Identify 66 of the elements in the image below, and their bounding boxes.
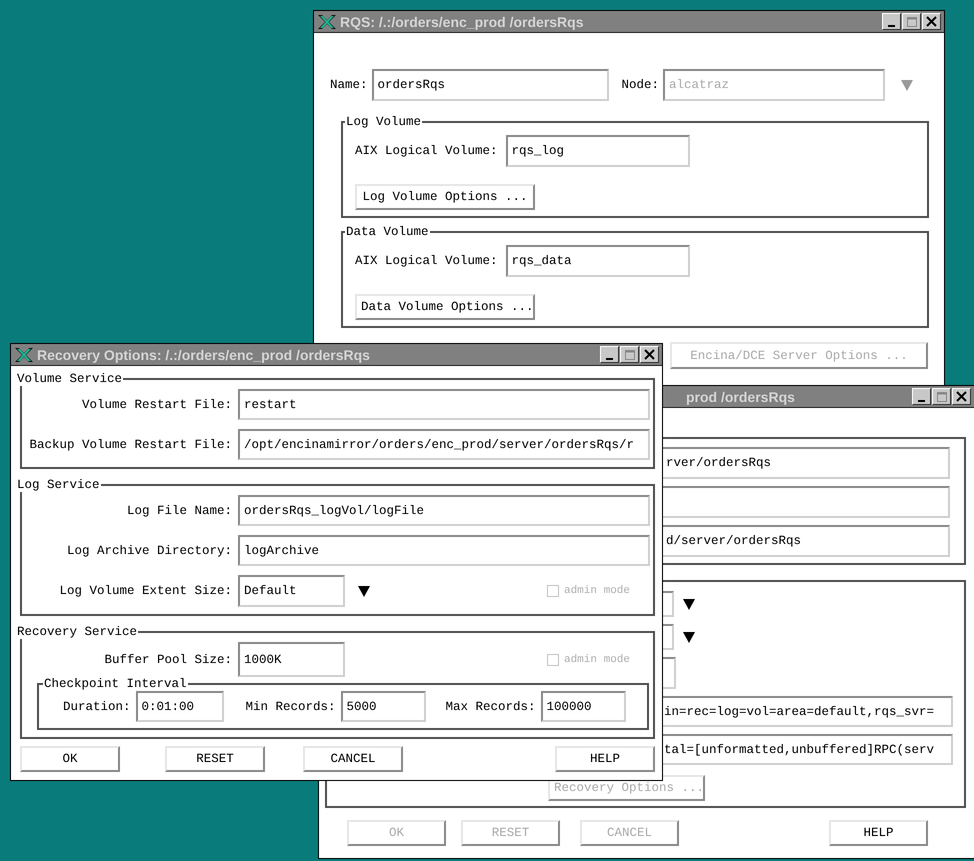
field-label: Name:: [330, 78, 368, 92]
dropdown-arrow-icon[interactable]: [357, 584, 371, 598]
minimize-button[interactable]: [882, 13, 901, 30]
checkbox-label: admin mode: [564, 585, 630, 597]
field-label: Backup Volume Restart File:: [29, 438, 232, 452]
group-title: Log Service: [16, 478, 101, 492]
window-title: prod /ordersRqs: [686, 388, 795, 404]
maximize-button[interactable]: [932, 388, 951, 405]
close-button[interactable]: [952, 388, 971, 405]
group-title: Log Volume: [345, 115, 422, 129]
minimize-button[interactable]: [912, 388, 931, 405]
close-button[interactable]: [640, 346, 659, 363]
text-field[interactable]: restart: [238, 389, 650, 420]
text-field[interactable]: 0:01:00: [136, 691, 224, 722]
field-label: Max Records:: [446, 700, 536, 714]
text-field[interactable]: 100000: [540, 691, 626, 722]
volume-field[interactable]: rqs_data: [506, 245, 690, 277]
volume-field[interactable]: rqs_log: [506, 135, 690, 167]
group-title: Data Volume: [345, 225, 430, 239]
close-icon: [956, 391, 967, 402]
field-label: Min Records:: [246, 700, 336, 714]
text-field[interactable]: ordersRqs_logVol/logFile: [238, 495, 650, 526]
field-label: Volume Restart File:: [82, 398, 232, 412]
field-label: Duration:: [63, 700, 131, 714]
help-button[interactable]: HELP: [555, 746, 655, 772]
maximize-button[interactable]: [620, 346, 639, 363]
ok-button[interactable]: OK: [20, 746, 120, 772]
field-label: Buffer Pool Size:: [104, 652, 232, 666]
minimize-icon: [918, 400, 925, 402]
dropdown-arrow-icon[interactable]: [682, 630, 696, 644]
minimize-button[interactable]: [600, 346, 619, 363]
field-label: Log Archive Directory:: [66, 544, 232, 558]
group-title: Checkpoint Interval: [43, 677, 188, 691]
text-field[interactable]: logArchive: [238, 535, 650, 566]
minimize-icon: [606, 358, 613, 360]
help-button[interactable]: HELP: [829, 820, 928, 846]
field-label: Log File Name:: [126, 504, 232, 518]
reset-button[interactable]: RESET: [165, 746, 265, 772]
close-icon: [926, 16, 937, 27]
close-icon: [644, 349, 655, 360]
cancel-button[interactable]: CANCEL: [303, 746, 403, 772]
maximize-button[interactable]: [902, 13, 921, 30]
options-button[interactable]: Log Volume Options ...: [355, 184, 535, 210]
dropdown-arrow-icon[interactable]: [682, 597, 696, 611]
field-label: Node:: [622, 78, 660, 92]
window-title: Recovery Options: /.:/orders/enc_prod /ordersRqs: [37, 346, 370, 362]
text-field[interactable]: 5000: [340, 691, 426, 722]
close-button[interactable]: [922, 13, 941, 30]
name-field[interactable]: ordersRqs: [372, 69, 609, 101]
options-button[interactable]: Data Volume Options ...: [355, 294, 535, 320]
group-title: Volume Service: [16, 372, 124, 386]
text-field[interactable]: /opt/encinamirror/orders/enc_prod/server/ordersRqs/r: [238, 429, 650, 460]
field-label: AIX Logical Volume:: [355, 144, 498, 158]
dropdown-field[interactable]: Default: [238, 575, 345, 607]
group-title: Recovery Service: [16, 625, 138, 639]
maximize-icon: [936, 390, 948, 402]
maximize-icon: [906, 16, 918, 28]
x-logo-icon: [317, 14, 337, 30]
field-label: AIX Logical Volume:: [355, 254, 498, 268]
window-title: RQS: /.:/orders/enc_prod /ordersRqs: [340, 14, 584, 30]
field-label: Log Volume Extent Size:: [59, 584, 232, 598]
text-field[interactable]: 1000K: [238, 642, 345, 677]
checkbox-label: admin mode: [564, 654, 630, 666]
maximize-icon: [624, 348, 636, 360]
x-logo-icon: [14, 346, 34, 362]
minimize-icon: [888, 24, 895, 26]
